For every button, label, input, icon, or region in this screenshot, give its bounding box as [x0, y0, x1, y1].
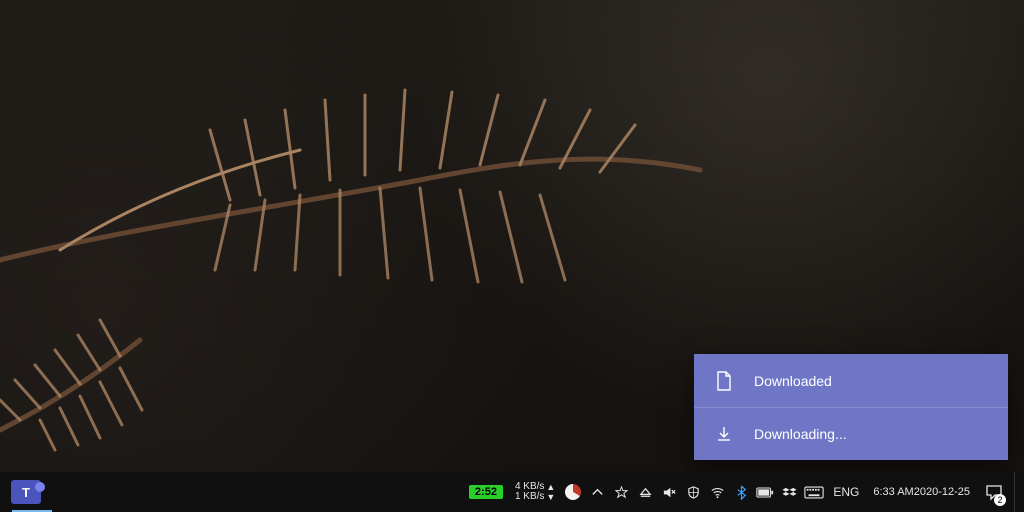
- net-down: 1 KB/s: [515, 492, 544, 502]
- teams-toast-stack: Downloaded Downloading...: [694, 354, 1008, 460]
- chevron-up-icon: [590, 485, 605, 500]
- tray-battery[interactable]: [753, 472, 777, 512]
- clock-time: 6:33 AM: [873, 486, 913, 499]
- teams-icon: T: [11, 480, 41, 504]
- shield-icon: [686, 485, 701, 500]
- battery-icon: [756, 487, 774, 498]
- toast-downloaded[interactable]: Downloaded: [694, 354, 1008, 407]
- tray-dropbox[interactable]: [777, 472, 801, 512]
- taskbar: T 2:52 4 KB/s▲ 1 KB/s▼: [0, 472, 1024, 512]
- battery-time-indicator[interactable]: 2:52: [463, 472, 509, 512]
- clock[interactable]: 6:33 AM 2020-12-25: [865, 472, 978, 512]
- taskbar-app-teams[interactable]: T: [0, 472, 52, 512]
- tray-security[interactable]: [681, 472, 705, 512]
- tray-bluetooth[interactable]: [729, 472, 753, 512]
- volume-mute-icon: [662, 485, 677, 500]
- bluetooth-icon: [734, 485, 749, 500]
- star-icon: [614, 485, 629, 500]
- tray-volume[interactable]: [657, 472, 681, 512]
- file-icon: [714, 371, 734, 391]
- clock-date: 2020-12-25: [914, 486, 970, 499]
- network-speed-indicator[interactable]: 4 KB/s▲ 1 KB/s▼: [509, 472, 561, 512]
- tray-wifi[interactable]: [705, 472, 729, 512]
- desktop[interactable]: Downloaded Downloading... T 2:52: [0, 0, 1024, 512]
- action-center[interactable]: 2: [978, 472, 1010, 512]
- teams-initial: T: [22, 485, 30, 500]
- tray-eject-icon[interactable]: [633, 472, 657, 512]
- show-desktop-button[interactable]: [1014, 472, 1020, 512]
- notification-badge: 2: [994, 494, 1006, 506]
- battery-label: 2:52: [469, 485, 503, 499]
- eject-icon: [638, 485, 653, 500]
- keyboard-icon: [804, 486, 824, 499]
- tray-usage-pie[interactable]: [561, 472, 585, 512]
- toast-label: Downloading...: [754, 426, 847, 442]
- tray-keyboard[interactable]: [801, 472, 827, 512]
- download-icon: [714, 425, 734, 443]
- toast-downloading[interactable]: Downloading...: [694, 407, 1008, 460]
- pie-icon: [565, 484, 581, 500]
- tray-sync-icon[interactable]: [609, 472, 633, 512]
- toast-label: Downloaded: [754, 373, 832, 389]
- wifi-icon: [710, 485, 725, 500]
- tray-overflow-chevron[interactable]: [585, 472, 609, 512]
- language-indicator[interactable]: ENG: [827, 472, 865, 512]
- dropbox-icon: [782, 485, 797, 500]
- language-label: ENG: [833, 485, 859, 499]
